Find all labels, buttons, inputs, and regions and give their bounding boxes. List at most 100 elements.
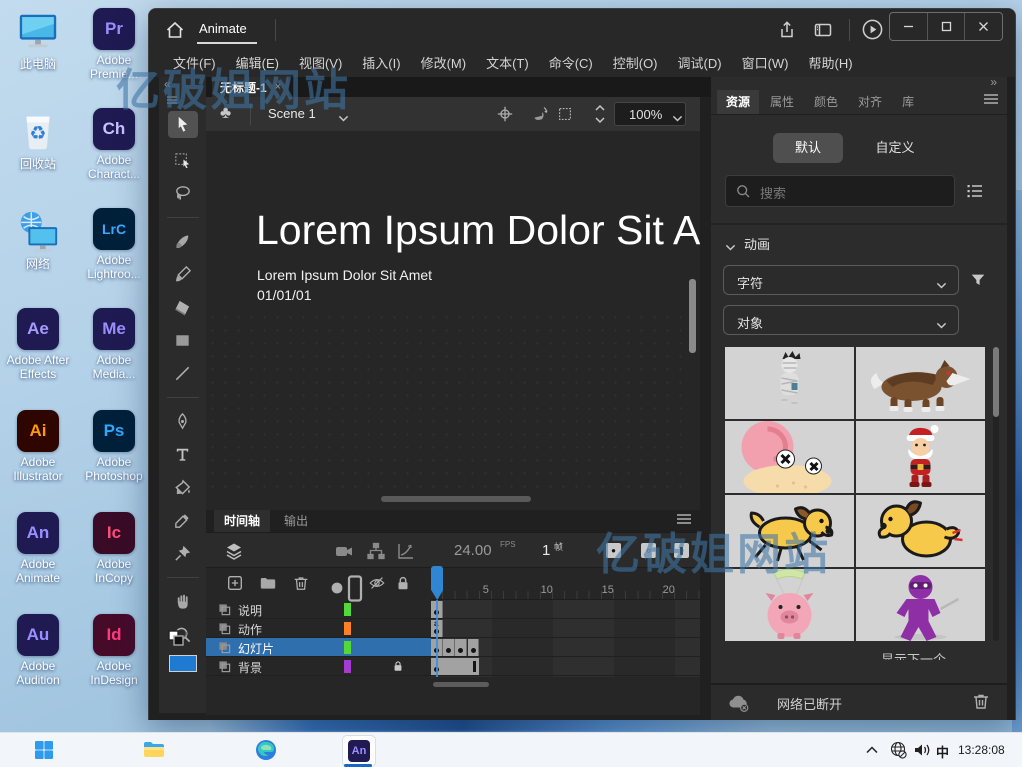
category-dropdown[interactable]: 字符: [723, 265, 959, 295]
frame-column-icon[interactable]: [346, 575, 364, 593]
asset-thumbnail-santa[interactable]: [856, 421, 985, 493]
current-frame-value[interactable]: 1: [542, 542, 550, 559]
close-button[interactable]: [965, 13, 1002, 40]
keyframe[interactable]: [468, 639, 480, 656]
onion-skin-outline-icon[interactable]: ○: [641, 543, 656, 558]
add-folder-icon[interactable]: [259, 574, 277, 592]
minimize-button[interactable]: [890, 13, 928, 40]
menu-item[interactable]: 命令(C): [539, 51, 603, 77]
menu-item[interactable]: 视图(V): [289, 51, 352, 77]
segment-custom-button[interactable]: 自定义: [859, 133, 931, 163]
workspace-icon[interactable]: [813, 20, 833, 40]
stage-text-heading[interactable]: Lorem Ipsum Dolor Sit Amet: [256, 207, 700, 254]
stage-text-line1[interactable]: Lorem Ipsum Dolor Sit Amet: [257, 267, 432, 283]
layer-parenting-icon[interactable]: [366, 541, 386, 561]
text-tool-icon[interactable]: [168, 444, 198, 465]
zoom-stepper[interactable]: [594, 103, 606, 125]
stage-vertical-scrollbar[interactable]: [689, 279, 696, 353]
section-chevron-icon[interactable]: [725, 239, 736, 247]
add-layer-icon[interactable]: [226, 574, 244, 592]
desktop-icon-Pr[interactable]: PrAdobe Premie...: [78, 8, 150, 81]
camera-icon[interactable]: [334, 541, 354, 561]
panel-tab-对齐[interactable]: 对齐: [849, 90, 891, 114]
filter-icon[interactable]: [969, 271, 987, 289]
taskbar-animate-button[interactable]: An: [342, 735, 376, 767]
fill-color-swatch[interactable]: [169, 655, 197, 672]
assets-scrollbar[interactable]: [993, 347, 999, 641]
document-close-icon[interactable]: ×: [275, 81, 281, 93]
taskbar-clock[interactable]: 13:28:08: [958, 743, 1016, 757]
fps-value[interactable]: 24.00: [454, 542, 492, 559]
tray-volume-icon[interactable]: [912, 740, 932, 760]
keyframe[interactable]: [455, 639, 467, 656]
zoom-chevron-icon[interactable]: [672, 110, 683, 118]
layer-color-swatch[interactable]: [344, 622, 351, 635]
assets-panel-menu-icon[interactable]: [983, 93, 999, 105]
swap-colors-icon[interactable]: [167, 629, 189, 652]
stage-horizontal-scrollbar[interactable]: [381, 496, 531, 502]
app-tab-animate[interactable]: Animate: [199, 21, 247, 36]
desktop-icon-LrC[interactable]: LrCAdobe Lightroo...: [78, 208, 150, 281]
asset-thumbnail-ninja[interactable]: [856, 569, 985, 641]
layer-color-swatch[interactable]: [344, 641, 351, 654]
classic-brush-tool-icon[interactable]: [168, 264, 198, 285]
panel-tab-库[interactable]: 库: [893, 90, 923, 114]
selection-tool-icon[interactable]: [168, 111, 198, 138]
test-movie-play-icon[interactable]: [861, 18, 884, 41]
layer-color-swatch[interactable]: [344, 660, 351, 673]
frame-grid[interactable]: a: [431, 600, 700, 677]
fluid-brush-tool-icon[interactable]: [168, 231, 198, 252]
ime-indicator[interactable]: 中: [936, 742, 949, 761]
menu-item[interactable]: 文本(T): [476, 51, 539, 77]
layers-icon[interactable]: [224, 541, 244, 561]
stage-canvas[interactable]: Lorem Ipsum Dolor Sit Amet Lorem Ipsum D…: [206, 131, 700, 510]
maximize-button[interactable]: [928, 13, 966, 40]
hide-layers-eye-icon[interactable]: [368, 574, 386, 592]
stage-text-line2[interactable]: 01/01/01: [257, 287, 312, 303]
panel-tab-资源[interactable]: 资源: [717, 90, 759, 114]
layer-row-动作[interactable]: 动作: [206, 619, 431, 638]
desktop-icon-Ic[interactable]: IcAdobe InCopy: [78, 512, 150, 585]
home-icon[interactable]: [165, 20, 185, 40]
show-more-label[interactable]: 显示下一个: [881, 649, 1001, 660]
timeline-panel-menu-icon[interactable]: [676, 513, 692, 525]
edit-symbols-icon[interactable]: ♣: [220, 103, 231, 123]
layer-lock-icon[interactable]: [392, 660, 404, 672]
collapse-panel-icon[interactable]: «: [164, 77, 171, 91]
menu-item[interactable]: 修改(M): [411, 51, 477, 77]
panel-tab-属性[interactable]: 属性: [761, 90, 803, 114]
file-explorer-icon[interactable]: [142, 738, 166, 762]
asset-thumbnail-dog-running[interactable]: [725, 495, 854, 567]
desktop-icon-Ai[interactable]: AiAdobe Illustrator: [0, 410, 76, 483]
keyframe[interactable]: [443, 639, 455, 656]
menu-item[interactable]: 编辑(E): [226, 51, 289, 77]
desktop-icon-network[interactable]: 网络: [0, 208, 76, 271]
show-all-dot-icon[interactable]: [328, 579, 346, 597]
assets-scrollbar-thumb[interactable]: [993, 347, 999, 417]
layer-row-幻灯片[interactable]: 幻灯片: [206, 638, 431, 657]
trash-icon[interactable]: [971, 691, 991, 711]
tray-network-offline-icon[interactable]: [888, 740, 908, 760]
layer-row-说明[interactable]: 说明: [206, 600, 431, 619]
timeline-horizontal-scrollbar[interactable]: [433, 682, 489, 687]
layer-outline-icon[interactable]: [218, 603, 231, 616]
desktop-icon-recycle[interactable]: ♻回收站: [0, 108, 76, 171]
layer-outline-icon[interactable]: [218, 641, 231, 654]
center-stage-icon[interactable]: [496, 105, 514, 123]
lock-layers-icon[interactable]: [394, 574, 412, 592]
edge-browser-icon[interactable]: [254, 738, 278, 762]
timeline-tab-时间轴[interactable]: 时间轴: [214, 510, 270, 532]
rotate-view-icon[interactable]: [530, 105, 548, 123]
asset-thumbnail-snail[interactable]: [725, 421, 854, 493]
keyframe-span[interactable]: [431, 658, 479, 675]
rectangle-tool-icon[interactable]: [168, 330, 198, 351]
asset-thumbnail-pig[interactable]: [725, 569, 854, 641]
asset-thumbnail-mummy[interactable]: [725, 347, 854, 419]
eraser-tool-icon[interactable]: [168, 297, 198, 318]
clip-content-icon[interactable]: [556, 105, 574, 123]
lasso-tool-icon[interactable]: [168, 183, 198, 204]
scene-name[interactable]: Scene 1: [268, 106, 316, 121]
delete-layer-icon[interactable]: [292, 574, 310, 592]
edit-multiple-frames-icon[interactable]: ❚: [674, 543, 689, 558]
tray-chevron-up-icon[interactable]: [862, 740, 882, 760]
